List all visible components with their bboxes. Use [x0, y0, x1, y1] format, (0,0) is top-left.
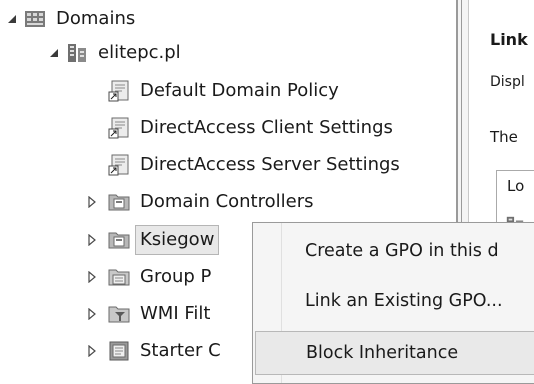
domain-icon: [66, 42, 88, 64]
tree-node-label: Starter C: [140, 340, 221, 361]
menu-item-create-gpo[interactable]: Create a GPO in this d: [255, 229, 534, 273]
tree-node-label: Domains: [56, 8, 136, 29]
collapse-arrow-icon[interactable]: [86, 234, 98, 246]
tree-node-group-policy-objects[interactable]: Group P: [86, 260, 211, 294]
details-description: Displ: [490, 74, 525, 90]
tree-node-label: WMI Filt: [140, 303, 211, 324]
menu-item-link-existing-gpo[interactable]: Link an Existing GPO...: [255, 279, 534, 323]
gpo-link-icon: [108, 117, 130, 139]
context-menu: Create a GPO in this d Link an Existing …: [252, 222, 534, 384]
starter-gpo-icon: [108, 340, 130, 362]
expand-arrow-icon[interactable]: [48, 47, 60, 59]
tree-node-label: DirectAccess Client Settings: [140, 117, 393, 138]
details-text: The: [490, 128, 518, 146]
tree-node-elitepc[interactable]: elitepc.pl: [48, 36, 181, 70]
collapse-arrow-icon[interactable]: [86, 271, 98, 283]
tree-node-domains[interactable]: Domains: [6, 2, 135, 36]
menu-item-label: Block Inheritance: [306, 343, 459, 363]
tree-node-starter-gpos[interactable]: Starter C: [86, 334, 221, 368]
expand-arrow-icon[interactable]: [6, 13, 18, 25]
gpo-link-icon: [108, 154, 130, 176]
gpo-link-icon: [108, 80, 130, 102]
tree-node-directaccess-server[interactable]: DirectAccess Server Settings: [108, 148, 400, 182]
tree-node-label: Default Domain Policy: [140, 80, 339, 101]
tree-node-default-domain-policy[interactable]: Default Domain Policy: [108, 74, 339, 108]
ou-icon: [108, 229, 130, 251]
domains-icon: [24, 8, 46, 30]
column-header[interactable]: Lo: [507, 177, 524, 195]
tree-node-label: Domain Controllers: [140, 191, 314, 212]
collapse-arrow-icon[interactable]: [86, 308, 98, 320]
gpo-folder-icon: [108, 266, 130, 288]
details-title: Link: [490, 30, 528, 49]
menu-item-block-inheritance[interactable]: Block Inheritance: [255, 331, 534, 375]
menu-item-label: Create a GPO in this d: [305, 241, 499, 261]
tree-node-label: DirectAccess Server Settings: [140, 154, 400, 175]
tree-node-wmi-filters[interactable]: WMI Filt: [86, 297, 210, 331]
tree-node-directaccess-client[interactable]: DirectAccess Client Settings: [108, 111, 393, 145]
tree-node-label: elitepc.pl: [98, 42, 181, 63]
tree-node-label: Ksiegow: [134, 225, 220, 255]
tree-node-domain-controllers[interactable]: Domain Controllers: [86, 185, 314, 219]
tree-node-ksiegowosc[interactable]: Ksiegow: [86, 223, 220, 257]
menu-item-label: Link an Existing GPO...: [305, 291, 503, 311]
collapse-arrow-icon[interactable]: [86, 196, 98, 208]
collapse-arrow-icon[interactable]: [86, 345, 98, 357]
wmi-filter-icon: [108, 303, 130, 325]
ou-icon: [108, 191, 130, 213]
tree-node-label: Group P: [140, 266, 212, 287]
